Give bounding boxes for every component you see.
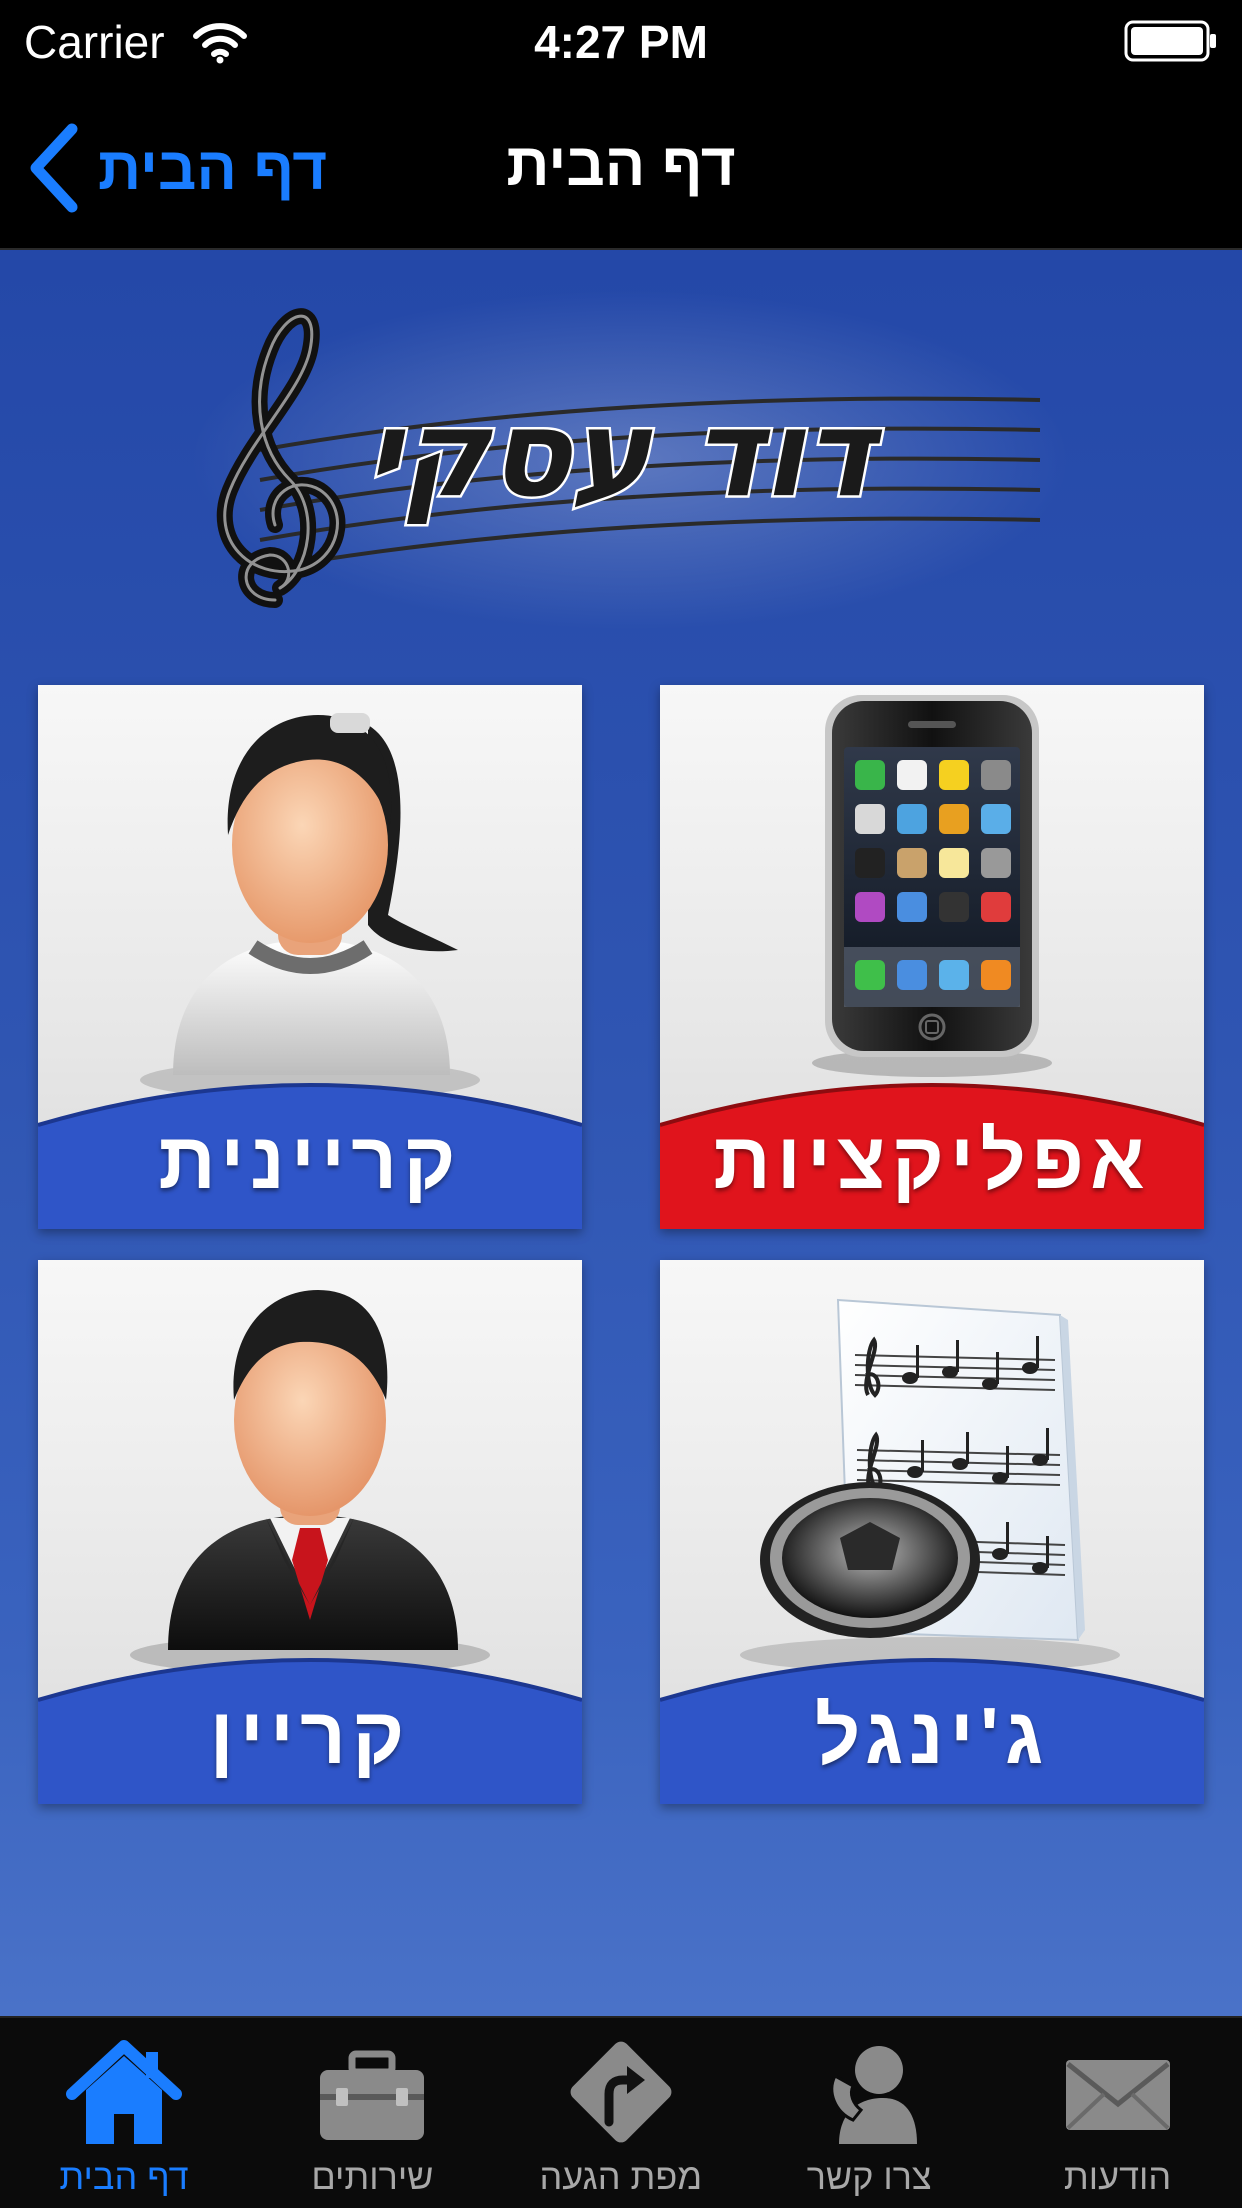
tile-narrator-label: קריין	[209, 1691, 411, 1780]
chevron-left-icon	[30, 123, 78, 213]
page-title: דף הבית	[506, 131, 736, 198]
tab-services-label: שירותים	[311, 2156, 434, 2197]
status-bar: Carrier 4:27 PM	[0, 0, 1242, 86]
tab-home[interactable]: דף הבית	[0, 2018, 248, 2208]
tile-narrator[interactable]: קריין	[38, 1260, 582, 1804]
brand-logo: דוד עסקי	[190, 290, 1070, 630]
contact-person-icon	[830, 2046, 918, 2144]
navigation-bar: דף הבית דף הבית	[0, 86, 1242, 250]
logo-text: דוד עסקי	[365, 385, 883, 524]
home-content: דוד עסקי קריינית אפליקציות קריין ג'ינגל	[0, 250, 1242, 2016]
tile-narratress[interactable]: קריינית	[38, 685, 582, 1229]
battery-icon	[1124, 20, 1216, 62]
tab-contact[interactable]: צרו קשר	[745, 2018, 993, 2208]
tile-apps-label: אפליקציות	[713, 1116, 1151, 1205]
tab-messages-label: הודעות	[1063, 2156, 1172, 2197]
home-icon	[66, 2040, 182, 2144]
tab-messages[interactable]: הודעות	[994, 2018, 1242, 2208]
tile-jingle-label: ג'ינגל	[814, 1691, 1050, 1780]
tile-jingle[interactable]: ג'ינגל	[660, 1260, 1204, 1804]
clock: 4:27 PM	[534, 16, 708, 68]
back-button[interactable]: דף הבית	[28, 120, 327, 216]
envelope-icon	[1065, 2060, 1170, 2130]
tab-services[interactable]: שירותים	[248, 2018, 496, 2208]
tile-narratress-label: קריינית	[158, 1116, 462, 1205]
directions-sign-icon	[570, 2041, 672, 2143]
briefcase-icon	[320, 2050, 425, 2140]
tile-apps[interactable]: אפליקציות	[660, 685, 1204, 1229]
tab-bar: דף הבית שירותים מפת הגעה צרו קשר הודעות	[0, 2016, 1242, 2208]
app-screen: Carrier 4:27 PM דף הבית דף הבית דוד עסקי…	[0, 0, 1242, 2208]
tab-directions[interactable]: מפת הגעה	[497, 2018, 745, 2208]
tab-contact-label: צרו קשר	[806, 2156, 932, 2197]
tab-home-label: דף הבית	[59, 2156, 189, 2197]
tab-directions-label: מפת הגעה	[539, 2156, 703, 2197]
back-button-label: דף הבית	[98, 134, 328, 202]
